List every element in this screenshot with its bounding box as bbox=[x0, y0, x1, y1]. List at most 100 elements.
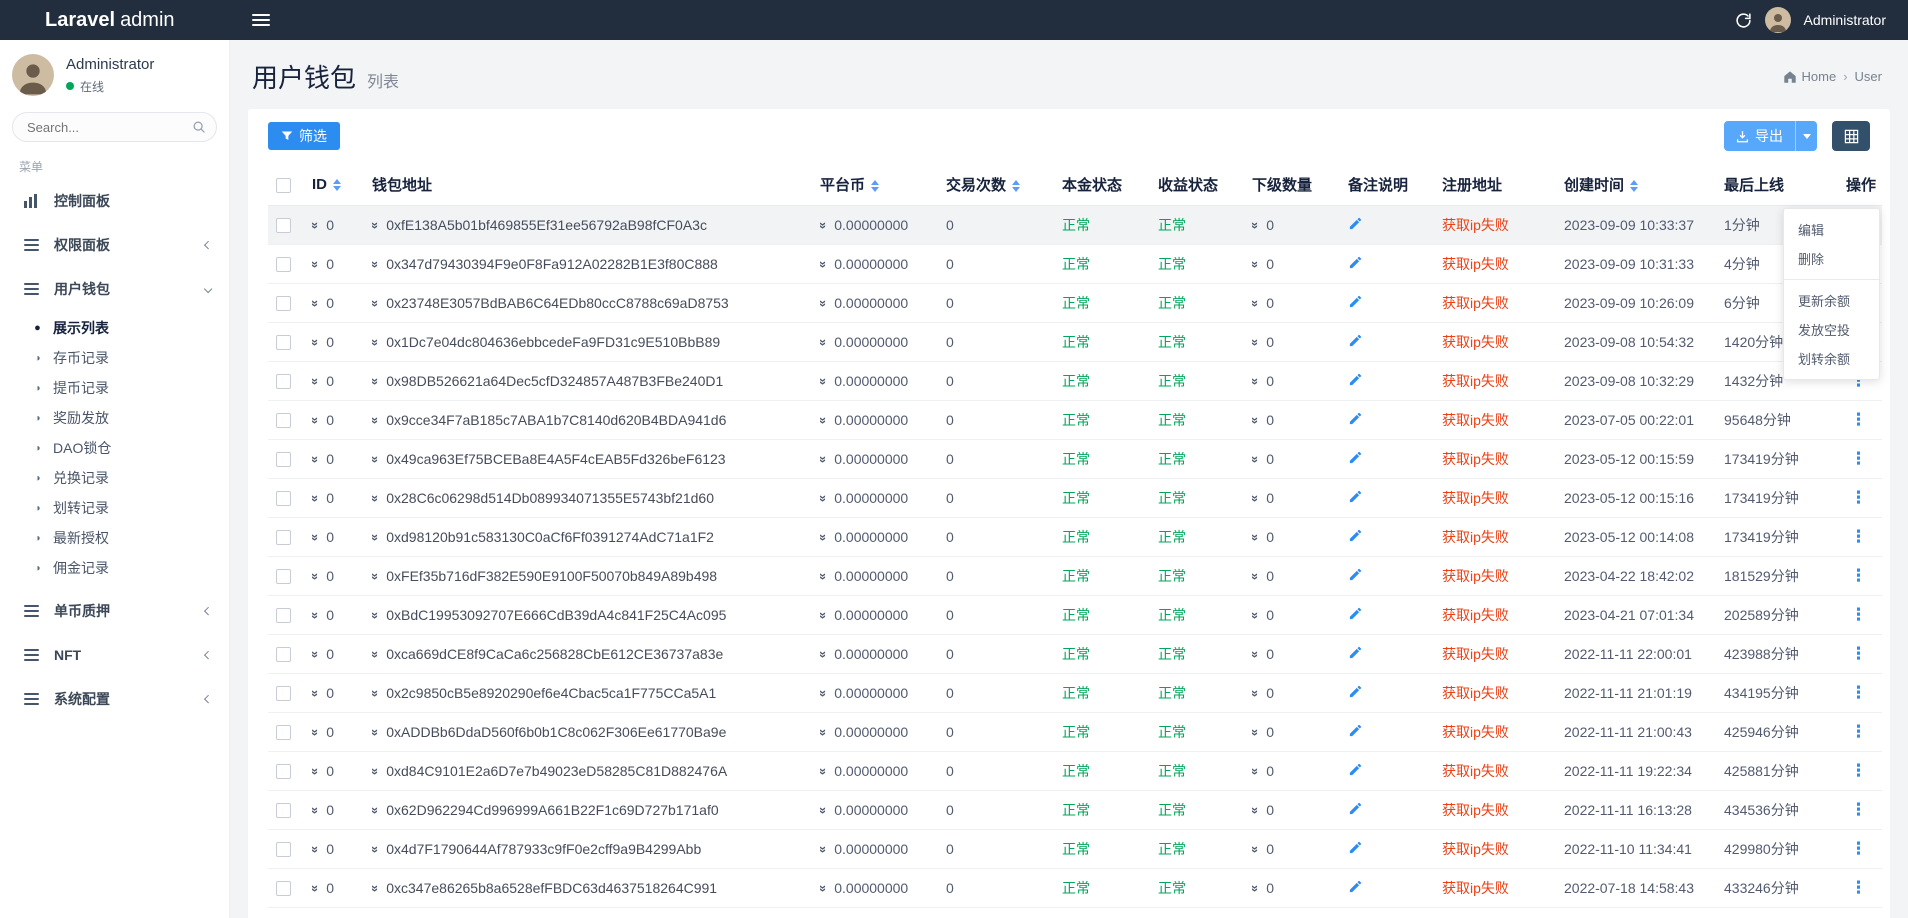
row-checkbox[interactable] bbox=[276, 686, 291, 702]
column-settings-button[interactable] bbox=[1832, 121, 1870, 151]
edit-icon[interactable] bbox=[1348, 255, 1363, 270]
row-checkbox[interactable] bbox=[276, 803, 291, 819]
expand-icon[interactable]: » bbox=[1248, 534, 1263, 541]
expand-icon[interactable]: » bbox=[816, 261, 831, 268]
expand-icon[interactable]: » bbox=[368, 690, 383, 697]
sidebar-subitem[interactable]: ◑ 提币记录 bbox=[0, 373, 229, 403]
column-header[interactable]: 本金状态 bbox=[1054, 164, 1150, 206]
column-header[interactable]: 收益状态 bbox=[1150, 164, 1244, 206]
row-checkbox[interactable] bbox=[276, 413, 291, 429]
expand-icon[interactable]: » bbox=[1248, 768, 1263, 775]
table-row[interactable]: » 0 » 0xd98120b91c583130C0aCf6Ff0391274AdC… bbox=[268, 517, 1882, 557]
expand-icon[interactable]: » bbox=[308, 222, 323, 229]
expand-icon[interactable]: » bbox=[1248, 729, 1263, 736]
table-row[interactable]: » 0 » 0x1Dc7e04dc804636ebbcedeFa9FD31c9E51… bbox=[268, 322, 1882, 362]
table-row[interactable]: » 0 » 0x23748E3057BdBAB6C64EDb80ccC8788c69… bbox=[268, 283, 1882, 323]
row-checkbox[interactable] bbox=[276, 842, 291, 858]
row-checkbox[interactable] bbox=[276, 296, 291, 312]
expand-icon[interactable]: » bbox=[816, 573, 831, 580]
sort-icon[interactable] bbox=[1012, 180, 1021, 193]
row-checkbox[interactable] bbox=[276, 335, 291, 351]
breadcrumb-home[interactable]: Home bbox=[1783, 69, 1836, 84]
refresh-icon[interactable] bbox=[1735, 12, 1752, 29]
sort-icon[interactable] bbox=[333, 179, 341, 192]
expand-icon[interactable]: » bbox=[368, 729, 383, 736]
expand-icon[interactable]: » bbox=[816, 339, 831, 346]
expand-icon[interactable]: » bbox=[308, 261, 323, 268]
column-header[interactable]: 下级数量 bbox=[1244, 164, 1340, 206]
expand-icon[interactable]: » bbox=[308, 846, 323, 853]
expand-icon[interactable]: » bbox=[368, 222, 383, 229]
sort-icon[interactable] bbox=[1630, 180, 1639, 193]
expand-icon[interactable]: » bbox=[308, 885, 323, 892]
expand-icon[interactable]: » bbox=[816, 690, 831, 697]
expand-icon[interactable]: » bbox=[368, 807, 383, 814]
expand-icon[interactable]: » bbox=[816, 729, 831, 736]
column-header[interactable]: 备注说明 bbox=[1340, 164, 1434, 206]
sidebar-subitem[interactable]: ◑ 佣金记录 bbox=[0, 553, 229, 583]
table-row[interactable]: » 0 » 0xca669dCE8f9CaCa6c256828CbE612CE367… bbox=[268, 634, 1882, 674]
row-checkbox[interactable] bbox=[276, 881, 291, 897]
edit-icon[interactable] bbox=[1348, 723, 1363, 738]
table-row[interactable]: » 0 » 0xfE138A5b01bf469855Ef31ee56792aB98f… bbox=[268, 205, 1882, 245]
expand-icon[interactable]: » bbox=[308, 456, 323, 463]
row-actions-icon[interactable]: ⋮ bbox=[1846, 527, 1871, 546]
table-row[interactable]: » 0 » 0x2c9850cB5e8920290ef6e4Cbac5ca1F775… bbox=[268, 673, 1882, 713]
row-actions-icon[interactable]: ⋮ bbox=[1846, 878, 1871, 897]
row-actions-icon[interactable]: ⋮ bbox=[1846, 449, 1871, 468]
table-row[interactable]: » 0 » 0xBdC19953092707E666CdB39dA4c841F25C… bbox=[268, 595, 1882, 635]
edit-icon[interactable] bbox=[1348, 684, 1363, 699]
sidebar-subitem[interactable]: ◑ DAO锁仓 bbox=[0, 433, 229, 463]
table-row[interactable]: » 0 » 0xd84C9101E2a6D7e7b49023eD58285C81D8… bbox=[268, 751, 1882, 791]
row-actions-icon[interactable]: ⋮ bbox=[1846, 488, 1871, 507]
expand-icon[interactable]: » bbox=[308, 651, 323, 658]
row-actions-icon[interactable]: ⋮ bbox=[1846, 605, 1871, 624]
expand-icon[interactable]: » bbox=[368, 417, 383, 424]
expand-icon[interactable]: » bbox=[816, 885, 831, 892]
sidebar-subitem[interactable]: ● 展示列表 bbox=[0, 313, 229, 343]
expand-icon[interactable]: » bbox=[1248, 456, 1263, 463]
expand-icon[interactable]: » bbox=[308, 495, 323, 502]
expand-icon[interactable]: » bbox=[308, 378, 323, 385]
expand-icon[interactable]: » bbox=[368, 846, 383, 853]
expand-icon[interactable]: » bbox=[1248, 222, 1263, 229]
expand-icon[interactable]: » bbox=[368, 885, 383, 892]
expand-icon[interactable]: » bbox=[1248, 300, 1263, 307]
sidebar-item[interactable]: NFT bbox=[0, 633, 229, 677]
expand-icon[interactable]: » bbox=[308, 417, 323, 424]
row-checkbox[interactable] bbox=[276, 491, 291, 507]
expand-icon[interactable]: » bbox=[368, 534, 383, 541]
expand-icon[interactable]: » bbox=[368, 612, 383, 619]
table-row[interactable]: » 0 » 0x98DB526621a64Dec5cfD324857A487B3FB… bbox=[268, 361, 1882, 401]
row-menu-item[interactable]: 编辑 bbox=[1784, 215, 1879, 244]
row-actions-icon[interactable]: ⋮ bbox=[1846, 722, 1871, 741]
column-header[interactable]: 注册地址 bbox=[1434, 164, 1556, 206]
expand-icon[interactable]: » bbox=[1248, 261, 1263, 268]
row-actions-icon[interactable]: ⋮ bbox=[1846, 761, 1871, 780]
sidebar-item[interactable]: 用户钱包 bbox=[0, 267, 229, 311]
export-button[interactable]: 导出 bbox=[1724, 121, 1795, 151]
expand-icon[interactable]: » bbox=[308, 573, 323, 580]
expand-icon[interactable]: » bbox=[368, 573, 383, 580]
navbar-username[interactable]: Administrator bbox=[1804, 12, 1886, 28]
expand-icon[interactable]: » bbox=[1248, 378, 1263, 385]
table-row[interactable]: » 0 » 0x62D962294Cd996999A661B22F1c69D727b… bbox=[268, 790, 1882, 830]
sidebar-item[interactable]: 系统配置 bbox=[0, 677, 229, 721]
row-checkbox[interactable] bbox=[276, 647, 291, 663]
table-row[interactable]: » 0 » 0xADDBb6DdaD560f6b0b1C8c062F306Ee617… bbox=[268, 712, 1882, 752]
edit-icon[interactable] bbox=[1348, 489, 1363, 504]
expand-icon[interactable]: » bbox=[308, 768, 323, 775]
filter-button[interactable]: 筛选 bbox=[268, 122, 340, 150]
expand-icon[interactable]: » bbox=[816, 846, 831, 853]
table-row[interactable]: » 0 » 0x49ca963Ef75BCEBa8E4A5F4cEAB5Fd326b… bbox=[268, 439, 1882, 479]
row-actions-icon[interactable]: ⋮ bbox=[1846, 410, 1871, 429]
sidebar-subitem[interactable]: ◑ 最新授权 bbox=[0, 523, 229, 553]
expand-icon[interactable]: » bbox=[816, 651, 831, 658]
column-header[interactable]: 操作 bbox=[1838, 164, 1882, 206]
expand-icon[interactable]: » bbox=[816, 534, 831, 541]
search-icon[interactable] bbox=[192, 120, 206, 134]
expand-icon[interactable]: » bbox=[368, 495, 383, 502]
expand-icon[interactable]: » bbox=[308, 339, 323, 346]
expand-icon[interactable]: » bbox=[1248, 807, 1263, 814]
user-avatar[interactable] bbox=[1764, 7, 1791, 33]
